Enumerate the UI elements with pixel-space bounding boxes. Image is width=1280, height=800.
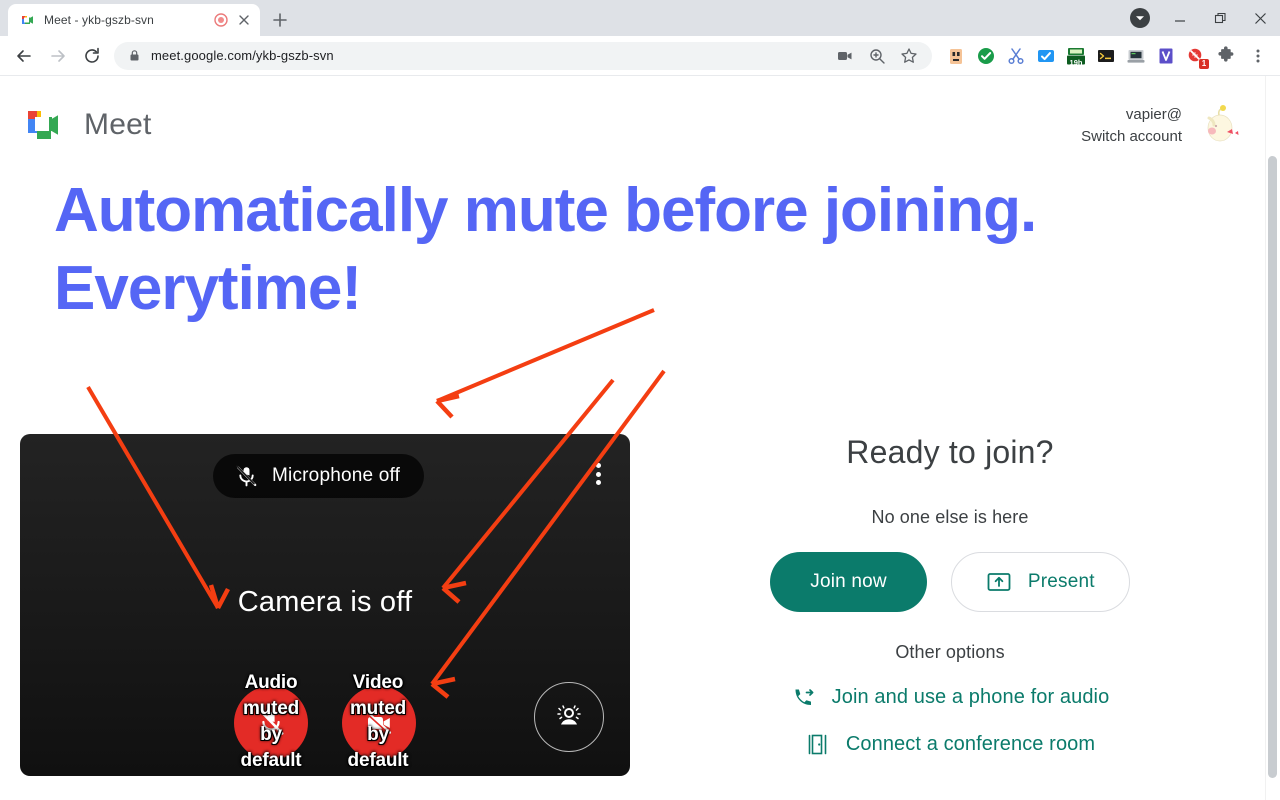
join-buttons: Join now Present — [700, 552, 1200, 612]
extension-monitor-icon[interactable] — [1124, 44, 1148, 68]
scrollbar-thumb[interactable] — [1268, 156, 1277, 778]
microphone-off-pill[interactable]: Microphone off — [213, 454, 425, 498]
extension-timer-icon[interactable]: 19h — [1064, 44, 1088, 68]
conference-room-icon — [805, 732, 830, 757]
connect-conference-room-link[interactable]: Connect a conference room — [700, 732, 1200, 757]
microphone-off-icon — [233, 463, 260, 490]
zoom-magnifier-icon[interactable] — [868, 47, 886, 65]
extension-timer-label: 19h — [1069, 57, 1083, 67]
extensions-puzzle-icon[interactable] — [1214, 44, 1238, 68]
meet-brand-name: Meet — [84, 108, 152, 141]
reload-icon[interactable] — [76, 40, 108, 72]
page-scrollbar[interactable] — [1265, 76, 1280, 800]
meet-favicon-icon — [20, 12, 36, 28]
video-camera-icon[interactable] — [836, 47, 854, 65]
microphone-toggle-button[interactable] — [234, 686, 308, 760]
back-arrow-icon[interactable] — [8, 40, 40, 72]
account-text: vapier@ Switch account — [1081, 102, 1182, 148]
phone-forward-icon — [791, 685, 816, 710]
connect-room-label: Connect a conference room — [845, 733, 1096, 755]
extension-terminal-icon[interactable] — [1094, 44, 1118, 68]
forward-arrow-icon[interactable] — [42, 40, 74, 72]
minimize-icon[interactable] — [1160, 2, 1200, 34]
join-panel: Ready to join? No one else is here Join … — [700, 434, 1200, 757]
extension-blocker-badge: 1 — [1199, 58, 1209, 69]
page-headline: Automatically mute before joining. Every… — [54, 176, 1037, 323]
video-preview: Microphone off Camera is off Audio muted… — [20, 434, 630, 776]
account-email: vapier@ — [1125, 106, 1182, 123]
present-button[interactable]: Present — [950, 552, 1130, 612]
user-avatar-icon[interactable] — [1196, 102, 1240, 146]
switch-account-link[interactable]: Switch account — [1081, 126, 1182, 148]
tab-strip: Meet - ykb-gszb-svn — [0, 0, 1280, 36]
profile-avatar-icon[interactable] — [1130, 8, 1150, 28]
page-content: Meet vapier@ Switch account Automaticall… — [0, 76, 1280, 800]
omnibox-icons — [836, 47, 922, 65]
lock-icon — [128, 49, 141, 62]
maximize-restore-icon[interactable] — [1200, 2, 1240, 34]
url-text: meet.google.com/ykb-gszb-svn — [151, 48, 334, 63]
visual-effects-icon — [552, 700, 586, 734]
recording-indicator-icon[interactable] — [214, 13, 228, 27]
extension-scissors-icon[interactable] — [1004, 44, 1028, 68]
camera-status-text: Camera is off — [237, 586, 413, 618]
microphone-off-label: Microphone off — [272, 465, 401, 486]
present-button-label: Present — [1027, 571, 1095, 592]
extension-v-icon[interactable] — [1154, 44, 1178, 68]
join-now-button[interactable]: Join now — [770, 552, 927, 612]
meet-header: Meet vapier@ Switch account — [0, 76, 1280, 152]
browser-toolbar: meet.google.com/ykb-gszb-svn 19h 1 — [0, 36, 1280, 76]
other-options-label: Other options — [895, 642, 1005, 662]
tab-title: Meet - ykb-gszb-svn — [44, 13, 154, 27]
browser-window: Meet - ykb-gszb-svn meet.google.com/ykb-… — [0, 0, 1280, 800]
extension-icons: 19h 1 — [940, 42, 1272, 70]
account-area: vapier@ Switch account — [1081, 102, 1240, 148]
extension-blocker-icon[interactable]: 1 — [1184, 44, 1209, 69]
address-bar[interactable]: meet.google.com/ykb-gszb-svn — [114, 41, 932, 70]
browser-tab[interactable]: Meet - ykb-gszb-svn — [8, 4, 260, 36]
join-by-phone-label: Join and use a phone for audio — [831, 686, 1110, 708]
camera-toggle-button[interactable] — [342, 686, 416, 760]
window-controls — [1130, 0, 1280, 36]
more-options-icon[interactable] — [586, 460, 610, 488]
visual-effects-button[interactable] — [534, 682, 604, 752]
join-subtitle: No one else is here — [871, 507, 1029, 527]
window-close-icon[interactable] — [1240, 2, 1280, 34]
tab-close-icon[interactable] — [236, 12, 252, 28]
extension-1-icon[interactable] — [944, 44, 968, 68]
chrome-menu-icon[interactable] — [1244, 42, 1272, 70]
extension-checkmark-icon[interactable] — [1034, 44, 1058, 68]
star-bookmark-icon[interactable] — [900, 47, 918, 65]
present-screen-icon — [986, 569, 1012, 595]
extension-adblock-icon[interactable] — [974, 44, 998, 68]
new-tab-button[interactable] — [266, 6, 294, 34]
meet-brand[interactable]: Meet — [24, 107, 152, 143]
google-meet-logo-icon — [24, 107, 68, 143]
join-by-phone-link[interactable]: Join and use a phone for audio — [700, 685, 1200, 710]
join-title: Ready to join? — [846, 434, 1054, 470]
